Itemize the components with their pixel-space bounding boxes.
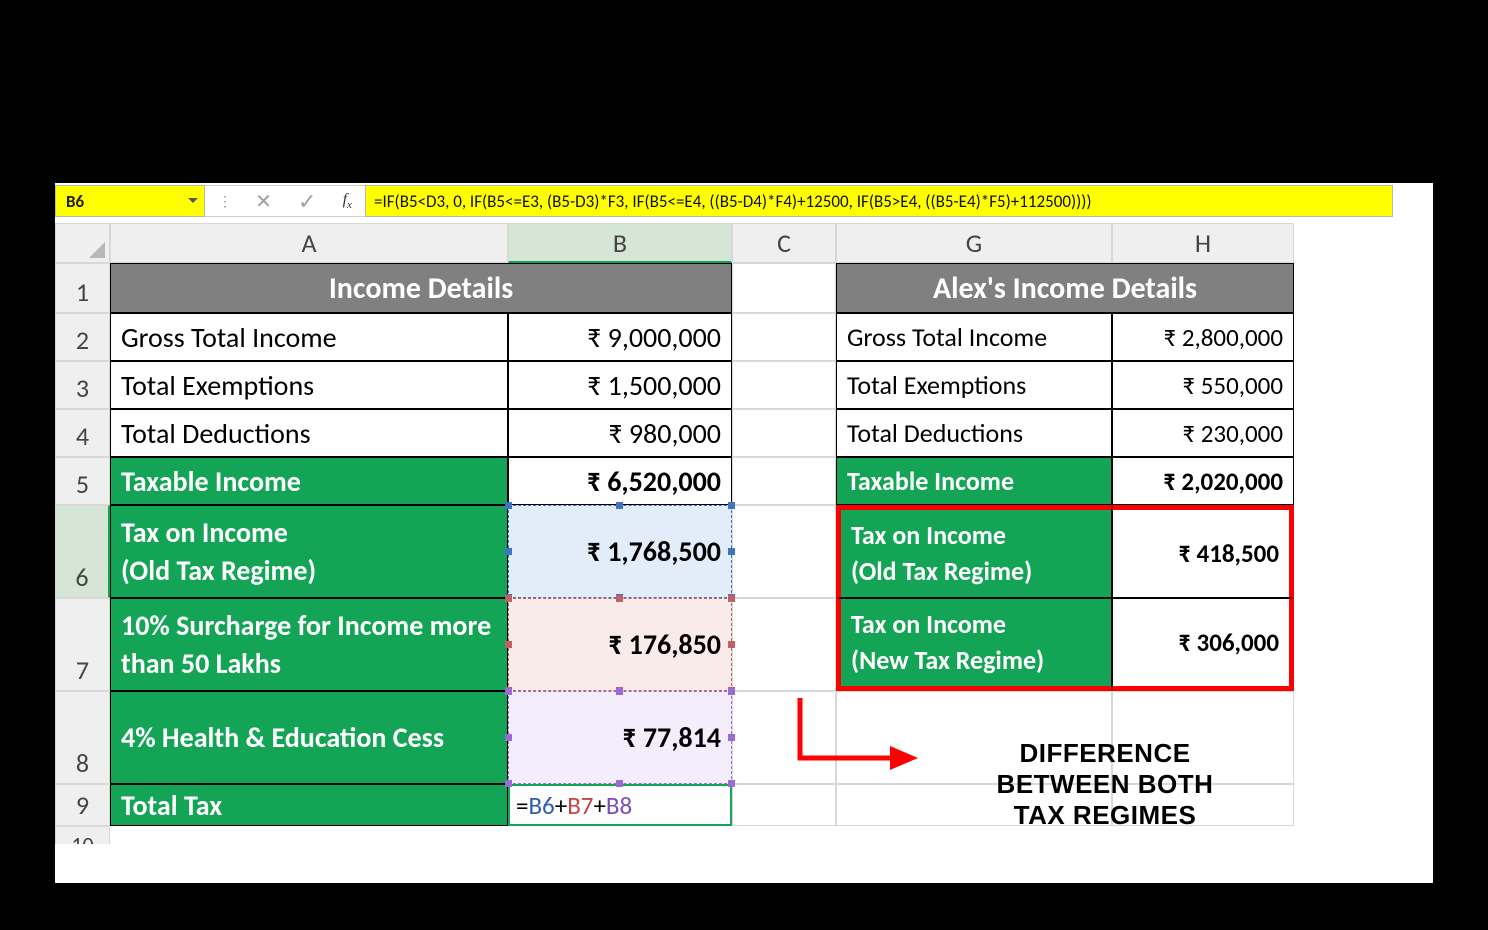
col-header-G[interactable]: G bbox=[836, 223, 1112, 263]
cell-A9[interactable]: Total Tax bbox=[110, 784, 508, 826]
cell-H5[interactable]: ₹ 2,020,000 bbox=[1112, 457, 1294, 505]
row-header-9[interactable]: 9 bbox=[55, 784, 110, 826]
cell-H7[interactable]: ₹ 306,000 bbox=[1112, 598, 1294, 691]
name-box[interactable]: B6 bbox=[55, 185, 205, 217]
cell-B3[interactable]: ₹ 1,500,000 bbox=[508, 361, 732, 409]
cell-G4[interactable]: Total Deductions bbox=[836, 409, 1112, 457]
cell-G3[interactable]: Total Exemptions bbox=[836, 361, 1112, 409]
cell-C1[interactable] bbox=[732, 263, 836, 313]
confirm-icon[interactable]: ✓ bbox=[298, 188, 316, 215]
cell-A6[interactable]: Tax on Income (Old Tax Regime) bbox=[110, 505, 508, 598]
cell-G5[interactable]: Taxable Income bbox=[836, 457, 1112, 505]
cell-G1[interactable]: Alex's Income Details bbox=[836, 263, 1294, 313]
formula-text: =IF(B5<D3, 0, IF(B5<=E3, (B5-D3)*F3, IF(… bbox=[374, 191, 1092, 212]
cell-A8[interactable]: 4% Health & Education Cess bbox=[110, 691, 508, 784]
cell-C8[interactable] bbox=[732, 691, 836, 784]
row-header-4[interactable]: 4 bbox=[55, 409, 110, 457]
row-header-1[interactable]: 1 bbox=[55, 263, 110, 313]
cell-B5[interactable]: ₹ 6,520,000 bbox=[508, 457, 732, 505]
cell-G2[interactable]: Gross Total Income bbox=[836, 313, 1112, 361]
cell-G7[interactable]: Tax on Income (New Tax Regime) bbox=[836, 598, 1112, 691]
formula-input[interactable]: =IF(B5<D3, 0, IF(B5<=E3, (B5-D3)*F3, IF(… bbox=[365, 185, 1393, 217]
cell-A2[interactable]: Gross Total Income bbox=[110, 313, 508, 361]
cell-A7[interactable]: 10% Surcharge for Income more than 50 La… bbox=[110, 598, 508, 691]
cell-B8[interactable]: ₹ 77,814 bbox=[508, 691, 732, 784]
cell-C3[interactable] bbox=[732, 361, 836, 409]
cell-C6[interactable] bbox=[732, 505, 836, 598]
cell-H6[interactable]: ₹ 418,500 bbox=[1112, 505, 1294, 598]
row-header-10[interactable]: 10 bbox=[55, 826, 110, 844]
cell-B4[interactable]: ₹ 980,000 bbox=[508, 409, 732, 457]
cell-B7[interactable]: ₹ 176,850 bbox=[508, 598, 732, 691]
row-header-5[interactable]: 5 bbox=[55, 457, 110, 505]
cell-H3[interactable]: ₹ 550,000 bbox=[1112, 361, 1294, 409]
annotation-text: DIFFERENCE BETWEEN BOTH TAX REGIMES bbox=[925, 738, 1285, 832]
select-all-corner[interactable] bbox=[55, 223, 110, 263]
chevron-down-icon[interactable] bbox=[188, 198, 198, 203]
cell-B6[interactable]: ₹ 1,768,500 bbox=[508, 505, 732, 598]
row-header-2[interactable]: 2 bbox=[55, 313, 110, 361]
cell-H2[interactable]: ₹ 2,800,000 bbox=[1112, 313, 1294, 361]
cell-A5[interactable]: Taxable Income bbox=[110, 457, 508, 505]
grip-icon: ⋮ bbox=[218, 193, 229, 210]
formula-bar-controls: ⋮ ✕ ✓ fx bbox=[205, 185, 365, 217]
col-header-H[interactable]: H bbox=[1112, 223, 1294, 263]
row-header-3[interactable]: 3 bbox=[55, 361, 110, 409]
cell-C7[interactable] bbox=[732, 598, 836, 691]
row-header-6[interactable]: 6 bbox=[55, 505, 110, 598]
cell-A1[interactable]: Income Details bbox=[110, 263, 732, 313]
cell-C4[interactable] bbox=[732, 409, 836, 457]
cell-B9[interactable]: =B6+B7+B8 bbox=[508, 784, 732, 826]
col-header-A[interactable]: A bbox=[110, 223, 508, 263]
row-header-8[interactable]: 8 bbox=[55, 691, 110, 784]
name-box-value: B6 bbox=[66, 191, 84, 212]
cell-C9[interactable] bbox=[732, 784, 836, 826]
cell-B2[interactable]: ₹ 9,000,000 bbox=[508, 313, 732, 361]
cancel-icon[interactable]: ✕ bbox=[255, 189, 272, 214]
cell-A3[interactable]: Total Exemptions bbox=[110, 361, 508, 409]
col-header-B[interactable]: B bbox=[508, 223, 732, 263]
col-header-C[interactable]: C bbox=[732, 223, 836, 263]
cell-G6[interactable]: Tax on Income (Old Tax Regime) bbox=[836, 505, 1112, 598]
cell-C2[interactable] bbox=[732, 313, 836, 361]
fx-icon[interactable]: fx bbox=[343, 191, 352, 211]
cell-C5[interactable] bbox=[732, 457, 836, 505]
cell-A4[interactable]: Total Deductions bbox=[110, 409, 508, 457]
row-header-7[interactable]: 7 bbox=[55, 598, 110, 691]
cell-H4[interactable]: ₹ 230,000 bbox=[1112, 409, 1294, 457]
